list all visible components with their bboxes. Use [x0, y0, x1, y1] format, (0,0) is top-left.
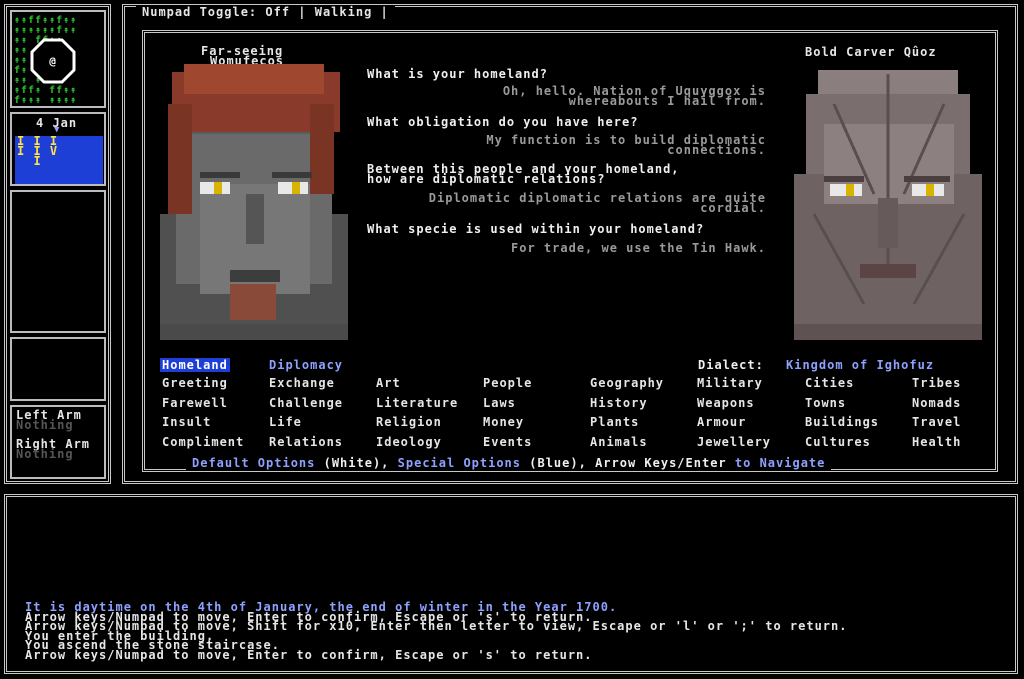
left-arm-value: Nothing [16, 418, 74, 432]
topic-farewell[interactable]: Farewell [162, 394, 244, 414]
player-marker: @ [49, 55, 57, 68]
topic-art[interactable]: Art [376, 374, 458, 394]
dialogue-answer: whereabouts I hail from. [568, 94, 766, 108]
left-speaker-portrait [160, 64, 348, 340]
status-bar: Numpad Toggle: Off | Walking | [136, 5, 395, 19]
topic-exchange[interactable]: Exchange [269, 374, 343, 394]
topic-column: Tribes Nomads Travel Health [912, 374, 961, 452]
help-navigate: to Navigate [734, 456, 826, 470]
topic-history[interactable]: History [590, 394, 664, 414]
dialect-label: Dialect: [698, 358, 764, 372]
topic-events[interactable]: Events [483, 433, 532, 453]
topic-column: Military Weapons Armour Jewellery [697, 374, 771, 452]
topic-travel[interactable]: Travel [912, 413, 961, 433]
topic-weapons[interactable]: Weapons [697, 394, 771, 414]
minimap: ↟↟ff↟↟f↟↟ ↟↟↟↟↟↟f↟↟ ↟↟ ff↟↟ ↟↟ ff↟↟ ↟↟ f… [10, 10, 106, 108]
topic-plants[interactable]: Plants [590, 413, 664, 433]
dialogue-answer: cordial. [700, 201, 766, 215]
topic-life[interactable]: Life [269, 413, 343, 433]
minimap-view: ↟↟ff↟↟f↟↟ ↟↟↟↟↟↟f↟↟ ↟↟ ff↟↟ ↟↟ ff↟↟ ↟↟ f… [14, 15, 77, 106]
topic-insult[interactable]: Insult [162, 413, 244, 433]
topic-military[interactable]: Military [697, 374, 771, 394]
svg-text:f↟↟↟ ↟↟↟↟: f↟↟↟ ↟↟↟↟ [14, 95, 77, 106]
topic-nomads[interactable]: Nomads [912, 394, 961, 414]
help-special-options: Special Options [397, 456, 522, 470]
help-arrow-keys: Arrow Keys/Enter [595, 456, 727, 470]
topic-column: Geography History Plants Animals [590, 374, 664, 452]
topic-column: Greeting Farewell Insult Compliment [162, 374, 244, 452]
right-speaker-name: Bold Carver Qûoz [805, 45, 937, 59]
topic-compliment[interactable]: Compliment [162, 433, 244, 453]
dialect-value[interactable]: Kingdom of Ighofuz [786, 358, 934, 372]
topic-geography[interactable]: Geography [590, 374, 664, 394]
topic-column: Art Literature Religion Ideology [376, 374, 458, 452]
topic-towns[interactable]: Towns [805, 394, 879, 414]
equipment-panel: Left Arm Nothing Right Arm Nothing [10, 405, 106, 479]
calendar-moon-phases: I I I I I V I [15, 135, 103, 184]
help-blue: (Blue), [529, 456, 587, 470]
dialogue-question: how are diplomatic relations? [367, 172, 606, 186]
topic-homeland[interactable]: Homeland [160, 358, 230, 372]
dialogue-question: What obligation do you have here? [367, 115, 639, 129]
topic-buildings[interactable]: Buildings [805, 413, 879, 433]
topic-religion[interactable]: Religion [376, 413, 458, 433]
dialogue-question: What is your homeland? [367, 67, 548, 81]
help-white: (White), [323, 456, 390, 470]
message-log: It is daytime on the 4th of January, the… [25, 601, 847, 662]
topic-animals[interactable]: Animals [590, 433, 664, 453]
topic-column: Exchange Challenge Life Relations [269, 374, 343, 452]
message-line: Arrow keys/Numpad to move, Enter to conf… [25, 647, 593, 662]
right-arm-value: Nothing [16, 447, 74, 461]
topic-column: Cities Towns Buildings Cultures [805, 374, 879, 452]
topic-armour[interactable]: Armour [697, 413, 771, 433]
topic-jewellery[interactable]: Jewellery [697, 433, 771, 453]
topic-ideology[interactable]: Ideology [376, 433, 458, 453]
help-line: Default Options (White), Special Options… [186, 456, 832, 470]
topic-challenge[interactable]: Challenge [269, 394, 343, 414]
topic-laws[interactable]: Laws [483, 394, 532, 414]
topic-cultures[interactable]: Cultures [805, 433, 879, 453]
side-panel-empty-1 [10, 190, 106, 333]
topic-literature[interactable]: Literature [376, 394, 458, 414]
topic-relations[interactable]: Relations [269, 433, 343, 453]
topic-health[interactable]: Health [912, 433, 961, 453]
topic-tribes[interactable]: Tribes [912, 374, 961, 394]
topic-diplomacy[interactable]: Diplomacy [269, 358, 343, 372]
topic-greeting[interactable]: Greeting [162, 374, 244, 394]
topic-people[interactable]: People [483, 374, 532, 394]
help-default-options: Default Options [192, 456, 316, 470]
topic-column: People Laws Money Events [483, 374, 532, 452]
right-speaker-portrait [794, 70, 982, 340]
dialogue-answer: connections. [667, 143, 766, 157]
side-panel-empty-2 [10, 337, 106, 401]
topic-cities[interactable]: Cities [805, 374, 879, 394]
dialogue-answer: For trade, we use the Tin Hawk. [511, 241, 766, 255]
topic-money[interactable]: Money [483, 413, 532, 433]
calendar-panel: 4 Jan ▼ I I I I I V I [10, 112, 106, 186]
dialogue-question: What specie is used within your homeland… [367, 222, 705, 236]
